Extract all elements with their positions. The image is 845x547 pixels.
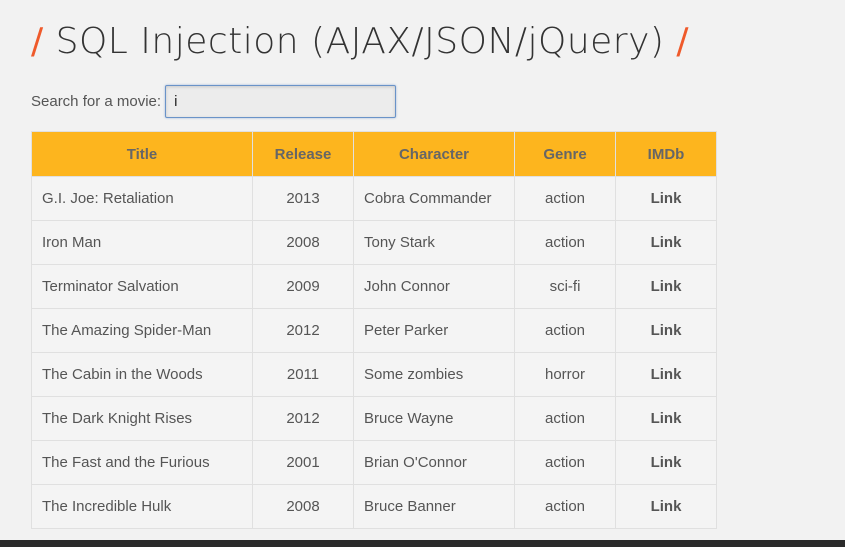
cell-character: Bruce Wayne	[353, 396, 515, 441]
table-row: The Cabin in the Woods 2011 Some zombies…	[31, 352, 717, 397]
cell-imdb: Link	[615, 396, 717, 441]
cell-genre: action	[514, 440, 616, 485]
table-row: G.I. Joe: Retaliation 2013 Cobra Command…	[31, 176, 717, 221]
cell-character: Tony Stark	[353, 220, 515, 265]
cell-release: 2012	[252, 308, 354, 353]
imdb-link[interactable]: Link	[651, 410, 682, 427]
cell-genre: action	[514, 220, 616, 265]
cell-imdb: Link	[615, 220, 717, 265]
header-imdb: IMDb	[615, 131, 717, 177]
cell-release: 2013	[252, 176, 354, 221]
cell-imdb: Link	[615, 176, 717, 221]
cell-title: The Dark Knight Rises	[31, 396, 253, 441]
imdb-link[interactable]: Link	[651, 190, 682, 207]
table-row: The Incredible Hulk 2008 Bruce Banner ac…	[31, 484, 717, 529]
page-title-text: SQL Injection (AJAX/JSON/jQuery)	[55, 21, 665, 62]
header-character: Character	[353, 131, 515, 177]
title-slash-left: /	[31, 21, 44, 62]
cell-character: Bruce Banner	[353, 484, 515, 529]
cell-release: 2008	[252, 220, 354, 265]
imdb-link[interactable]: Link	[651, 498, 682, 515]
cell-character: John Connor	[353, 264, 515, 309]
search-input[interactable]	[165, 85, 397, 118]
cell-imdb: Link	[615, 352, 717, 397]
search-label: Search for a movie:	[31, 93, 162, 110]
imdb-link[interactable]: Link	[651, 234, 682, 251]
cell-release: 2011	[252, 352, 354, 397]
cell-character: Some zombies	[353, 352, 515, 397]
table-row: The Amazing Spider-Man 2012 Peter Parker…	[31, 308, 717, 353]
title-slash-right: /	[676, 21, 690, 62]
cell-imdb: Link	[615, 264, 717, 309]
table-header-row: Title Release Character Genre IMDb	[31, 131, 717, 177]
imdb-link[interactable]: Link	[651, 454, 682, 471]
cell-genre: sci-fi	[514, 264, 616, 309]
table-row: Terminator Salvation 2009 John Connor sc…	[31, 264, 717, 309]
table-row: Iron Man 2008 Tony Stark action Link	[31, 220, 717, 265]
cell-title: The Cabin in the Woods	[31, 352, 253, 397]
cell-character: Cobra Commander	[353, 176, 515, 221]
header-title: Title	[31, 131, 253, 177]
cell-release: 2001	[252, 440, 354, 485]
cell-genre: action	[514, 396, 616, 441]
table-row: The Dark Knight Rises 2012 Bruce Wayne a…	[31, 396, 717, 441]
cell-imdb: Link	[615, 308, 717, 353]
cell-genre: action	[514, 308, 616, 353]
footer-bar	[0, 540, 845, 547]
cell-release: 2008	[252, 484, 354, 529]
cell-imdb: Link	[615, 440, 717, 485]
page-title: / SQL Injection (AJAX/JSON/jQuery) /	[31, 14, 689, 70]
cell-title: The Fast and the Furious	[31, 440, 253, 485]
cell-title: Terminator Salvation	[31, 264, 253, 309]
cell-release: 2012	[252, 396, 354, 441]
cell-character: Brian O'Connor	[353, 440, 515, 485]
cell-release: 2009	[252, 264, 354, 309]
cell-imdb: Link	[615, 484, 717, 529]
imdb-link[interactable]: Link	[651, 322, 682, 339]
header-release: Release	[252, 131, 354, 177]
cell-title: The Amazing Spider-Man	[31, 308, 253, 353]
cell-character: Peter Parker	[353, 308, 515, 353]
cell-title: Iron Man	[31, 220, 253, 265]
cell-genre: action	[514, 176, 616, 221]
search-row: Search for a movie:	[31, 85, 397, 118]
cell-genre: action	[514, 484, 616, 529]
cell-title: The Incredible Hulk	[31, 484, 253, 529]
movies-table: Title Release Character Genre IMDb G.I. …	[31, 131, 717, 529]
imdb-link[interactable]: Link	[651, 366, 682, 383]
header-genre: Genre	[514, 131, 616, 177]
cell-title: G.I. Joe: Retaliation	[31, 176, 253, 221]
imdb-link[interactable]: Link	[651, 278, 682, 295]
table-row: The Fast and the Furious 2001 Brian O'Co…	[31, 440, 717, 485]
cell-genre: horror	[514, 352, 616, 397]
